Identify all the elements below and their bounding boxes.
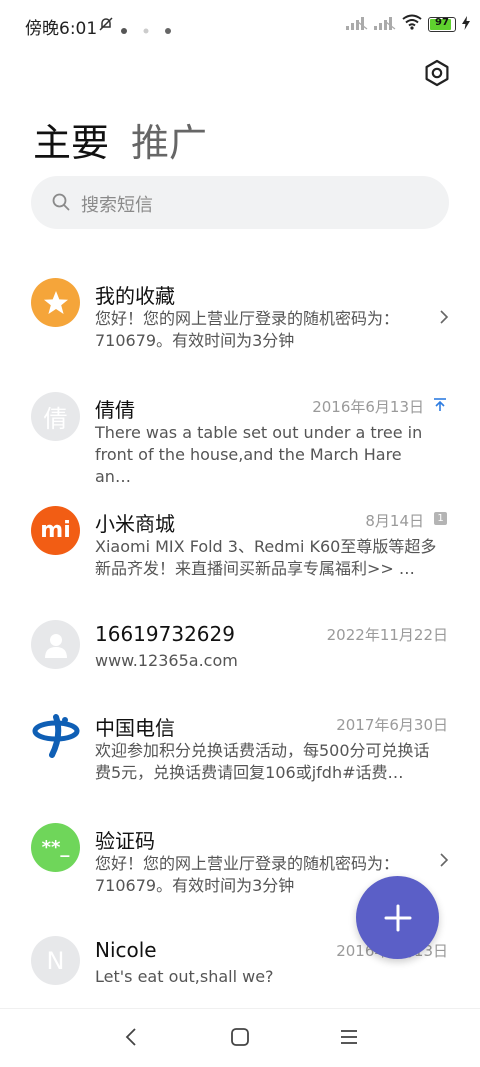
status-time: 傍晚6:01: [25, 19, 98, 39]
chevron-right-icon[interactable]: [437, 853, 451, 867]
avatar-initial: **_: [41, 837, 70, 858]
conversation-preview: 欢迎参加积分兑换话费活动，每500分可兑换话费5元，兑换话费请回复106或jfd…: [95, 741, 430, 782]
person-icon: [44, 633, 67, 658]
battery-icon: 97: [428, 16, 456, 32]
avatar: [31, 278, 80, 327]
conversation-preview: www.12365a.com: [95, 651, 238, 670]
avatar: 倩: [31, 392, 80, 441]
search-icon: [52, 193, 70, 211]
avatar-initial: N: [46, 946, 65, 975]
conversation-name: Nicole: [95, 938, 157, 962]
conversation-date: 2016年6月13日: [312, 398, 424, 416]
notification-dot-icon: [164, 20, 172, 39]
china-telecom-logo-icon: [32, 713, 79, 758]
conversation-name: 小米商城: [95, 512, 175, 536]
avatar: N: [31, 936, 80, 985]
conversation-item[interactable]: 中国电信 2017年6月30日 欢迎参加积分兑换话费活动，每500分可兑换话费5…: [0, 690, 480, 802]
conversation-item[interactable]: mi 小米商城 8月14日 1 Xiaomi MIX Fold 3、Redmi …: [0, 486, 480, 598]
conversation-preview: There was a table set out under a tree i…: [95, 423, 423, 486]
settings-hexagon-icon[interactable]: [422, 58, 452, 88]
tab-promotions[interactable]: 推广: [131, 112, 207, 167]
menu-icon[interactable]: [339, 1027, 359, 1047]
notification-dot-icon: [120, 20, 128, 39]
conversation-name: 我的收藏: [95, 284, 175, 308]
signal-icon: [346, 15, 368, 34]
home-icon[interactable]: [230, 1027, 250, 1047]
conversation-name: 16619732629: [95, 622, 235, 646]
conversation-name: 中国电信: [95, 716, 175, 740]
new-message-button[interactable]: [356, 876, 439, 959]
star-icon: [43, 290, 68, 314]
charging-icon: [462, 15, 470, 34]
conversation-name: 倩倩: [95, 398, 135, 422]
pin-top-icon: [434, 398, 446, 411]
unread-badge: 1: [434, 512, 447, 525]
notification-dot-icon: [142, 20, 150, 39]
signal-icon: [374, 15, 396, 34]
avatar-initial: 倩: [43, 405, 68, 433]
avatar: [31, 620, 80, 669]
chevron-right-icon[interactable]: [437, 310, 451, 324]
system-nav-bar: [0, 1008, 480, 1067]
conversation-preview: 您好！您的网上营业厅登录的随机密码为：710679。有效时间为3分钟: [95, 309, 400, 350]
avatar: mi: [31, 506, 80, 555]
conversation-date: 8月14日: [365, 512, 424, 530]
search-bar[interactable]: 搜索短信: [31, 176, 449, 229]
avatar-initial: mi: [40, 518, 71, 543]
avatar: [31, 710, 80, 759]
conversation-name: 验证码: [95, 829, 155, 853]
status-bar: 傍晚6:01 97: [0, 0, 480, 48]
conversation-item[interactable]: 倩 倩倩 2016年6月13日 There was a table set ou…: [0, 372, 480, 486]
avatar: **_: [31, 823, 80, 872]
search-input[interactable]: 搜索短信: [81, 191, 153, 217]
back-icon[interactable]: [124, 1027, 140, 1047]
category-tabs: 主要 推广: [33, 112, 207, 167]
mute-bell-icon: [98, 16, 114, 36]
battery-level: 97: [435, 16, 449, 28]
conversation-preview: Let's eat out,shall we?: [95, 967, 274, 986]
tab-main[interactable]: 主要: [33, 112, 109, 167]
wifi-icon: [402, 14, 422, 34]
conversation-date: 2017年6月30日: [336, 716, 448, 734]
conversation-preview: Xiaomi MIX Fold 3、Redmi K60至尊版等超多新品齐发！来直…: [95, 537, 437, 578]
plus-icon: [384, 904, 411, 931]
conversation-item[interactable]: 我的收藏 您好！您的网上营业厅登录的随机密码为：710679。有效时间为3分钟: [0, 258, 480, 370]
conversation-date: 2022年11月22日: [326, 626, 448, 644]
